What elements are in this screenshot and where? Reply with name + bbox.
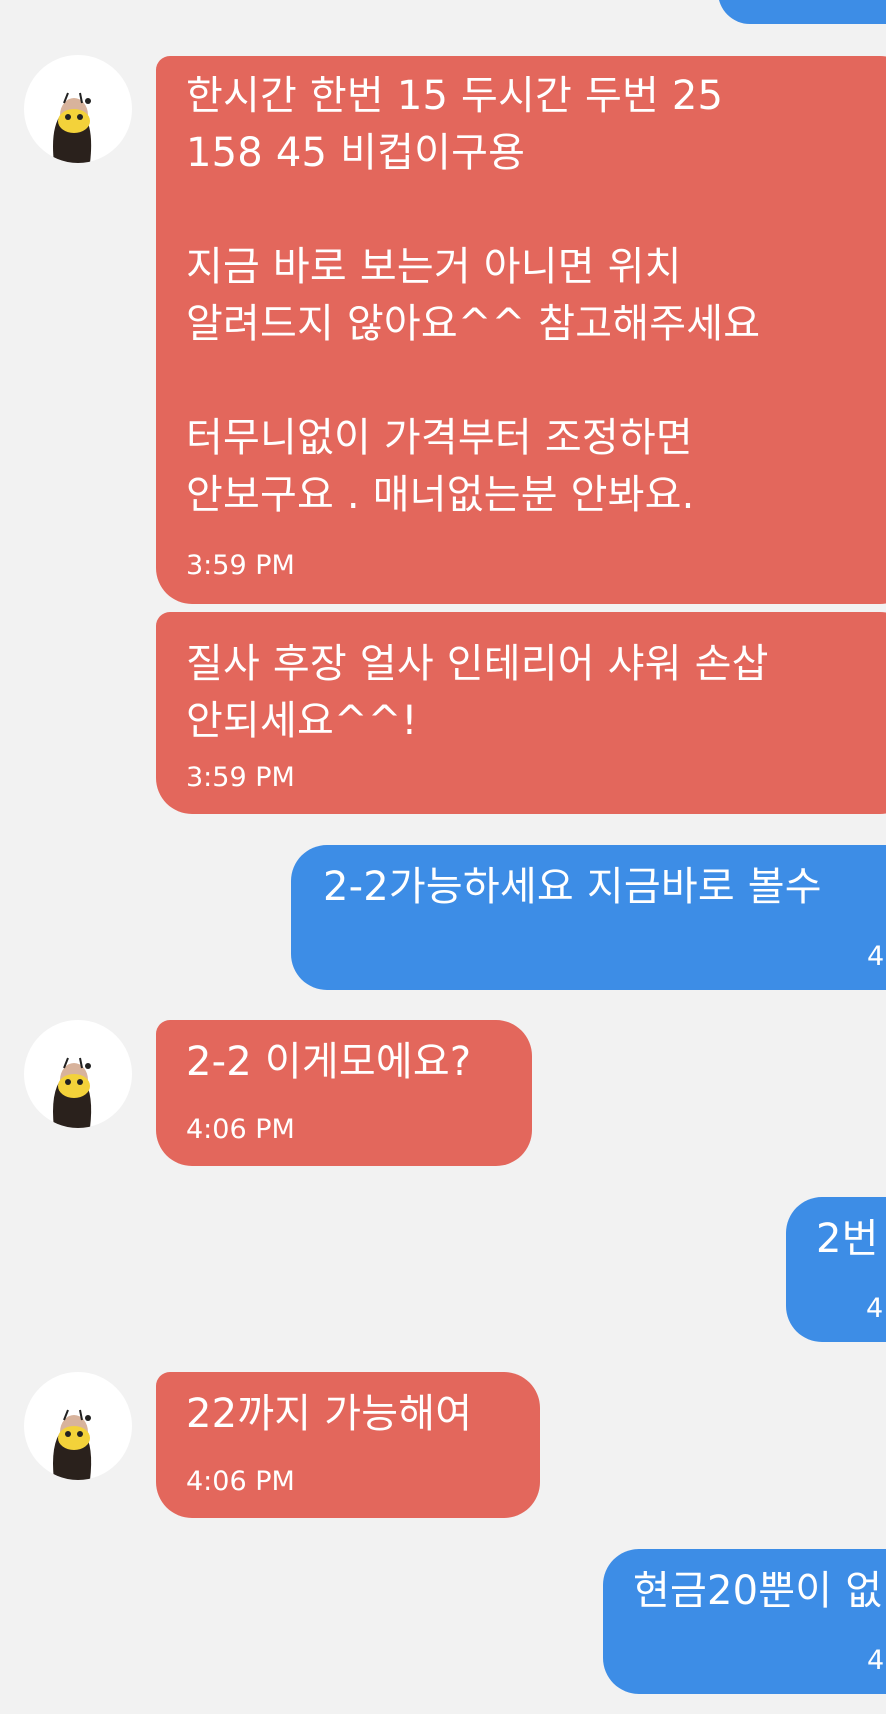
message-time: 3:59 PM bbox=[186, 762, 295, 793]
outgoing-message-bubble[interactable]: 2-2가능하세요 지금바로 볼수 4 bbox=[291, 845, 886, 990]
message-time: 4:06 PM bbox=[186, 1466, 295, 1497]
message-text: 현금20뿐이 없 bbox=[633, 1568, 883, 1614]
message-text: 2-2가능하세요 지금바로 볼수 bbox=[323, 864, 822, 910]
incoming-message-bubble[interactable]: 질사 후장 얼사 인테리어 샤워 손삽 안되세요^^! 3:59 PM bbox=[156, 612, 886, 814]
outgoing-message-bubble[interactable]: 현금20뿐이 없 4 bbox=[603, 1549, 886, 1694]
chat-thread[interactable]: 한시간 한번 15 두시간 두번 25 158 45 비컵이구용 지금 바로 보… bbox=[0, 0, 886, 1714]
message-time: 4 bbox=[866, 1293, 884, 1324]
contact-avatar-icon[interactable] bbox=[24, 55, 132, 163]
message-time: 3:59 PM bbox=[186, 550, 295, 581]
message-text: 22까지 가능해여 bbox=[186, 1391, 473, 1437]
incoming-message-bubble[interactable]: 2-2 이게모에요? 4:06 PM bbox=[156, 1020, 532, 1166]
message-text: 한시간 한번 15 두시간 두번 25 158 45 비컵이구용 지금 바로 보… bbox=[186, 73, 761, 518]
incoming-message-bubble[interactable]: 한시간 한번 15 두시간 두번 25 158 45 비컵이구용 지금 바로 보… bbox=[156, 56, 886, 604]
message-time: 4 bbox=[867, 1645, 885, 1676]
message-time: 4 bbox=[867, 941, 885, 972]
incoming-message-bubble[interactable]: 22까지 가능해여 4:06 PM bbox=[156, 1372, 540, 1518]
contact-avatar-icon[interactable] bbox=[24, 1372, 132, 1480]
avatar-image bbox=[53, 1409, 92, 1480]
outgoing-message-bubble[interactable] bbox=[718, 0, 886, 24]
message-text: 질사 후장 얼사 인테리어 샤워 손삽 안되세요^^! bbox=[186, 641, 769, 744]
message-time: 4:06 PM bbox=[186, 1114, 295, 1145]
outgoing-message-bubble[interactable]: 2번 4 bbox=[786, 1197, 886, 1342]
message-text: 2-2 이게모에요? bbox=[186, 1039, 472, 1085]
contact-avatar-icon[interactable] bbox=[24, 1020, 132, 1128]
avatar-image bbox=[53, 92, 92, 163]
avatar-image bbox=[53, 1057, 92, 1128]
message-text: 2번 bbox=[816, 1216, 879, 1262]
